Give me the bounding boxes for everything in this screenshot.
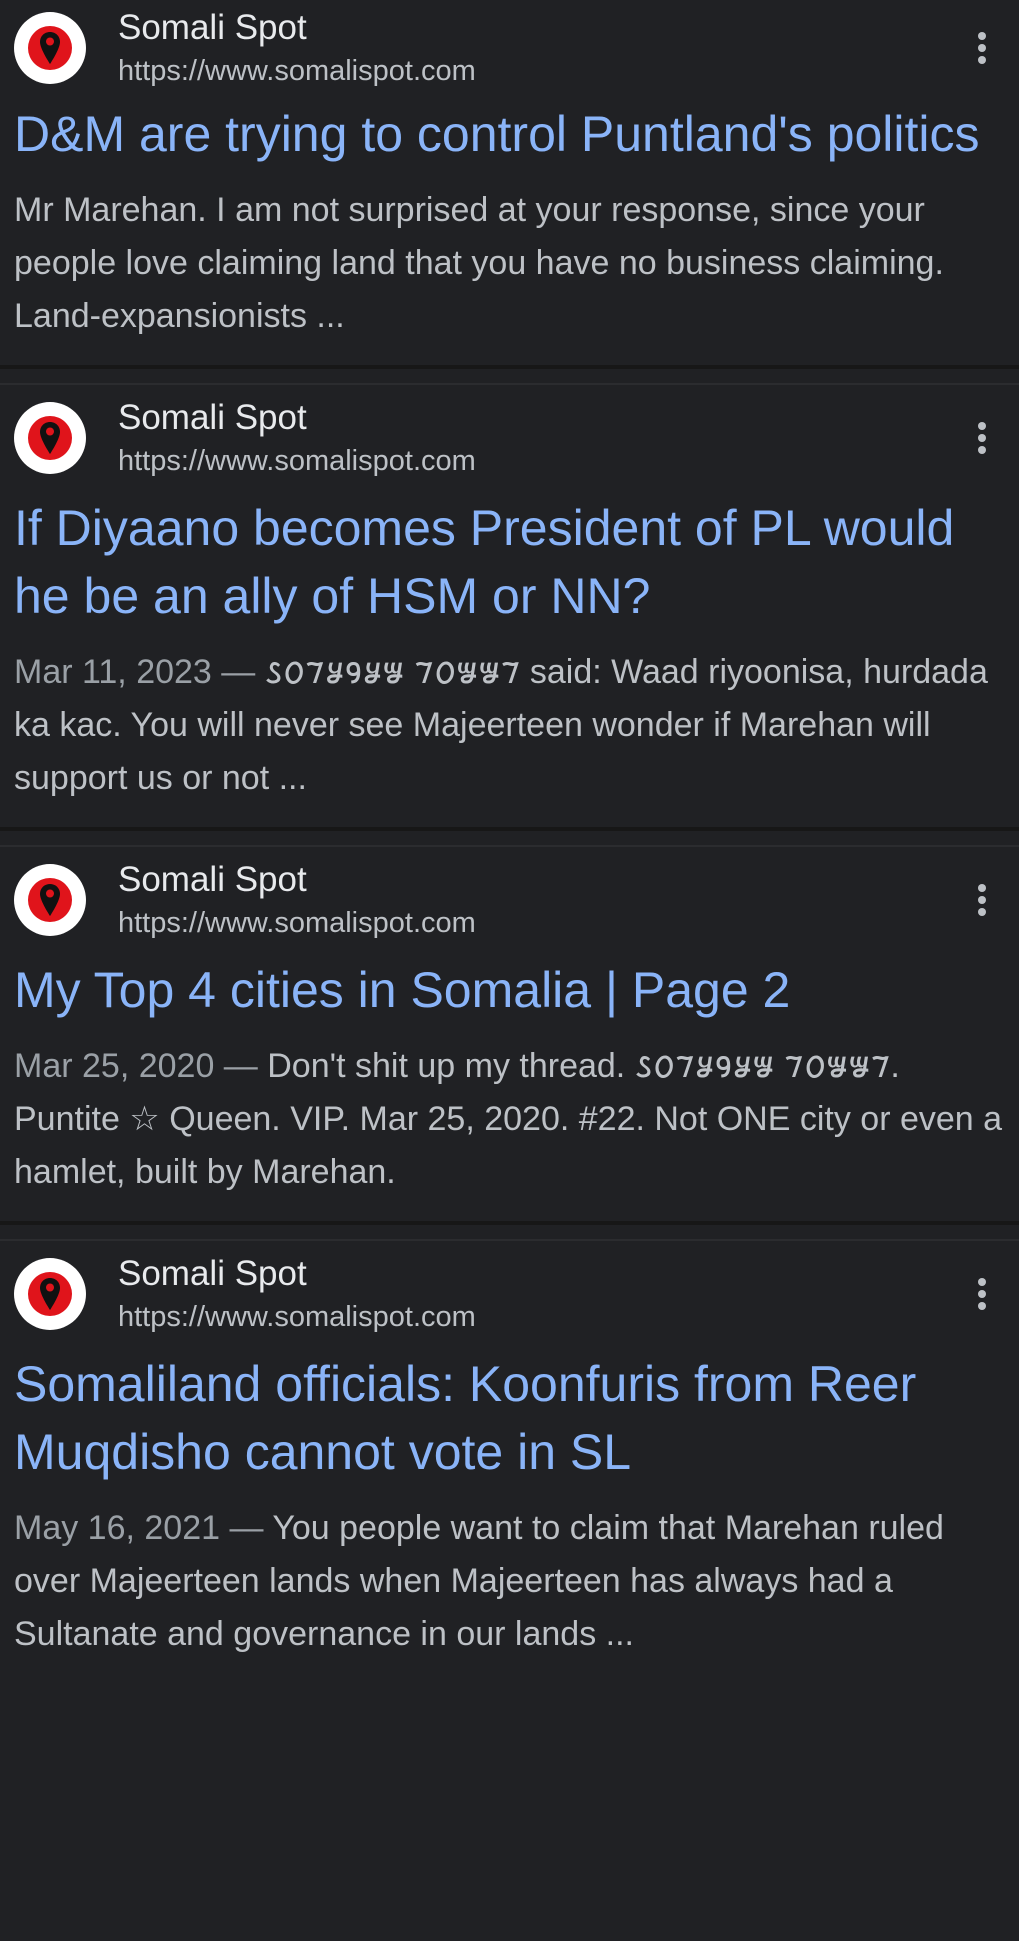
map-pin-icon [40, 1277, 60, 1310]
result-snippet: Mar 11, 2023 — 𐒖𐒆𐒇𐒋𐒘𐒋𐒁 𐒇𐒆𐒁𐒁𐒇 said: Waad … [14, 646, 1005, 827]
search-result: Somali Spot https://www.somalispot.com D… [0, 0, 1019, 365]
result-date: Mar 25, 2020 — [14, 1047, 268, 1085]
result-source[interactable]: Somali Spot https://www.somalispot.com [14, 0, 1005, 96]
site-name: Somali Spot [118, 397, 307, 437]
site-url: https://www.somalispot.com [118, 444, 476, 477]
site-name: Somali Spot [118, 8, 307, 47]
more-options-button[interactable] [967, 1269, 997, 1319]
more-vert-icon [978, 421, 986, 454]
search-result: Somali Spot https://www.somalispot.com I… [0, 385, 1019, 827]
search-result: Somali Spot https://www.somalispot.com M… [0, 847, 1019, 1221]
result-source[interactable]: Somali Spot https://www.somalispot.com [14, 385, 1005, 490]
result-title-link[interactable]: If Diyaano becomes President of PL would… [14, 494, 1005, 630]
more-options-button[interactable] [967, 23, 997, 73]
site-favicon [14, 863, 86, 936]
site-favicon [14, 12, 86, 84]
search-result: Somali Spot https://www.somalispot.com S… [0, 1241, 1019, 1683]
map-pin-icon [40, 883, 60, 916]
result-title-link[interactable]: Somaliland officials: Koonfuris from Ree… [14, 1350, 1005, 1486]
result-snippet: May 16, 2021 — You people want to claim … [14, 1502, 1005, 1683]
result-divider [0, 1221, 1019, 1241]
map-pin-icon [40, 32, 60, 64]
snippet-text: Mr Marehan. I am not surprised at your r… [14, 191, 944, 335]
search-results: Somali Spot https://www.somalispot.com D… [0, 0, 1019, 1683]
site-url: https://www.somalispot.com [118, 1300, 476, 1333]
result-source[interactable]: Somali Spot https://www.somalispot.com [14, 847, 1005, 952]
result-source[interactable]: Somali Spot https://www.somalispot.com [14, 1241, 1005, 1346]
site-favicon [14, 401, 86, 474]
more-vert-icon [978, 883, 986, 916]
site-favicon [14, 1257, 86, 1330]
more-options-button[interactable] [967, 413, 997, 463]
result-title-link[interactable]: My Top 4 cities in Somalia | Page 2 [14, 956, 1005, 1024]
site-url: https://www.somalispot.com [118, 906, 476, 939]
result-title-link[interactable]: D&M are trying to control Puntland's pol… [14, 100, 1005, 168]
result-divider [0, 365, 1019, 385]
result-snippet: Mr Marehan. I am not surprised at your r… [14, 184, 1005, 365]
site-name: Somali Spot [118, 1253, 307, 1293]
more-vert-icon [978, 1277, 986, 1310]
result-date: May 16, 2021 — [14, 1509, 273, 1547]
result-snippet: Mar 25, 2020 — Don't shit up my thread. … [14, 1040, 1005, 1221]
more-options-button[interactable] [967, 875, 997, 925]
site-name: Somali Spot [118, 859, 307, 899]
result-divider [0, 827, 1019, 847]
more-vert-icon [978, 32, 986, 64]
site-url: https://www.somalispot.com [118, 55, 476, 87]
result-date: Mar 11, 2023 — [14, 653, 265, 691]
map-pin-icon [40, 421, 60, 454]
